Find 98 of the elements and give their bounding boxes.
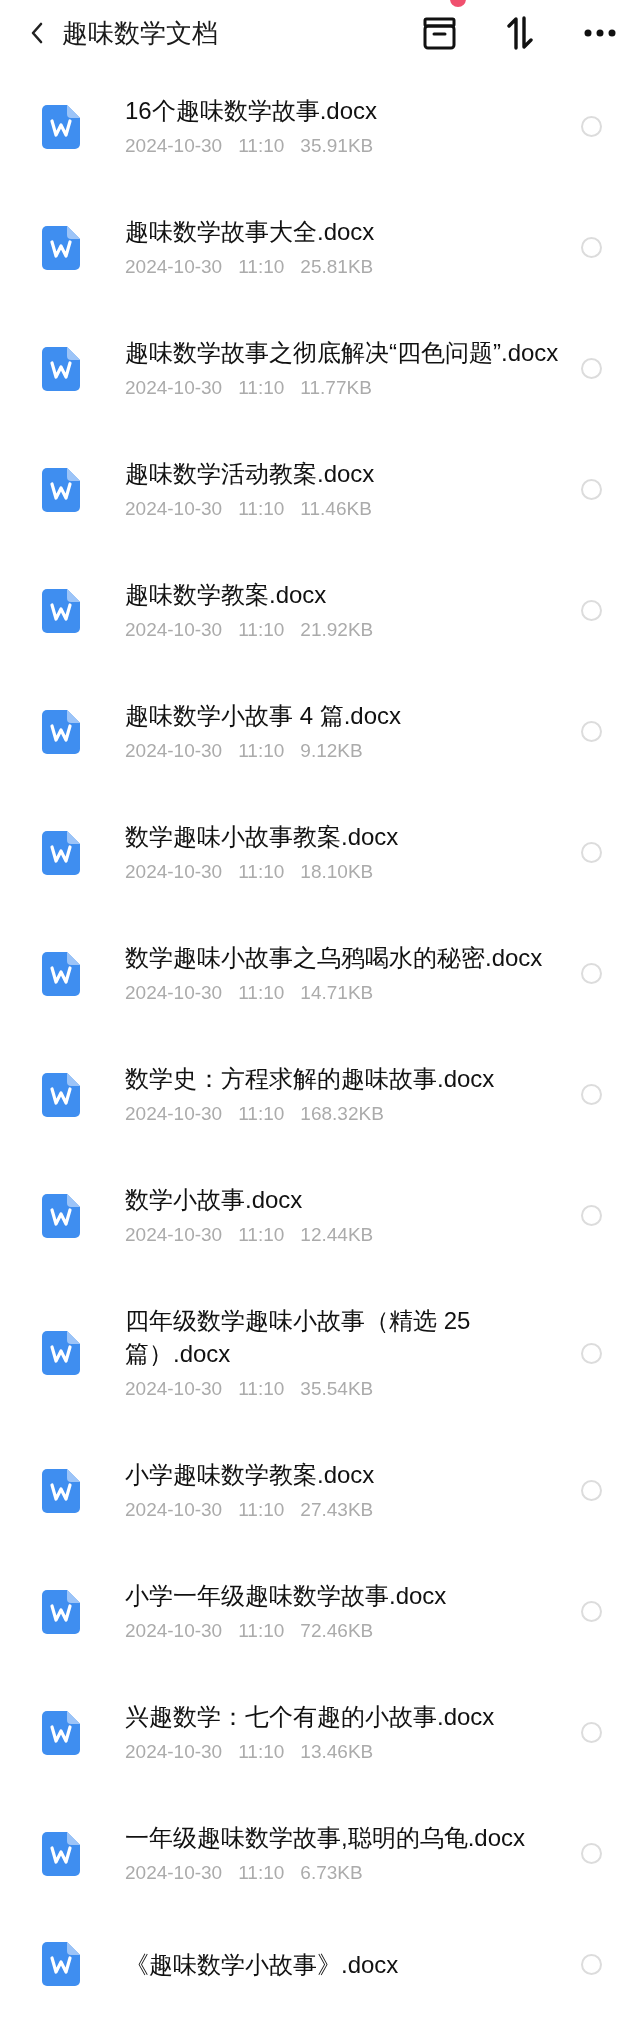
file-time: 11:10 — [238, 1740, 285, 1764]
select-radio[interactable] — [581, 1722, 602, 1743]
word-document-icon — [42, 1072, 80, 1117]
word-document-icon — [42, 1331, 80, 1375]
word-document-icon — [42, 104, 80, 149]
file-size: 72.46KB — [300, 1619, 374, 1643]
file-name[interactable]: 趣味数学教案.docx — [125, 578, 581, 611]
file-date: 2024-10-30 — [125, 1861, 223, 1885]
file-name[interactable]: 兴趣数学：七个有趣的小故事.docx — [125, 1700, 581, 1733]
file-name[interactable]: 数学小故事.docx — [125, 1183, 581, 1216]
select-radio[interactable] — [581, 1342, 602, 1364]
file-name[interactable]: 趣味数学故事之彻底解决“四色问题”.docx — [125, 336, 581, 369]
word-document-icon — [42, 709, 80, 754]
file-size: 14.71KB — [300, 981, 374, 1005]
file-size: 168.32KB — [300, 1102, 384, 1126]
sort-icon[interactable] — [506, 16, 534, 50]
file-time: 11:10 — [238, 1619, 285, 1643]
file-name[interactable]: 趣味数学活动教案.docx — [125, 457, 581, 490]
file-date: 2024-10-30 — [125, 1377, 223, 1401]
select-radio[interactable] — [581, 479, 602, 500]
word-document-icon — [42, 1831, 80, 1876]
file-size: 27.43KB — [300, 1498, 374, 1522]
file-date: 2024-10-30 — [125, 618, 223, 642]
file-time: 11:10 — [238, 134, 285, 158]
file-name[interactable]: 四年级数学趣味小故事（精选 25 篇）.docx — [125, 1304, 581, 1370]
select-radio[interactable] — [581, 1601, 602, 1622]
file-time: 11:10 — [238, 255, 285, 279]
file-time: 11:10 — [238, 1861, 285, 1885]
file-time: 11:10 — [238, 497, 285, 521]
word-document-icon — [42, 1710, 80, 1755]
file-date: 2024-10-30 — [125, 497, 223, 521]
file-name[interactable]: 一年级趣味数学故事,聪明的乌龟.docx — [125, 1821, 581, 1854]
word-document-icon — [42, 346, 80, 391]
back-icon[interactable] — [30, 22, 44, 44]
file-name[interactable]: 小学一年级趣味数学故事.docx — [125, 1579, 581, 1612]
file-date: 2024-10-30 — [125, 860, 223, 884]
word-document-icon — [42, 467, 80, 512]
file-name[interactable]: 趣味数学故事大全.docx — [125, 215, 581, 248]
file-size: 12.44KB — [300, 1223, 374, 1247]
file-date: 2024-10-30 — [125, 981, 223, 1005]
file-time: 11:10 — [238, 1102, 285, 1126]
word-document-icon — [42, 1193, 80, 1238]
file-name[interactable]: 趣味数学小故事 4 篇.docx — [125, 699, 581, 732]
file-name[interactable]: 16个趣味数学故事.docx — [125, 94, 581, 127]
file-time: 11:10 — [238, 981, 285, 1005]
file-time: 11:10 — [238, 1223, 285, 1247]
word-document-icon — [42, 588, 80, 633]
select-radio[interactable] — [581, 358, 602, 379]
file-date: 2024-10-30 — [125, 376, 223, 400]
word-document-icon — [42, 1942, 80, 1986]
file-time: 11:10 — [238, 739, 285, 763]
file-name[interactable]: 数学史：方程求解的趣味故事.docx — [125, 1062, 581, 1095]
file-date: 2024-10-30 — [125, 1102, 223, 1126]
file-size: 25.81KB — [300, 255, 374, 279]
select-radio[interactable] — [581, 237, 602, 258]
file-size: 35.54KB — [300, 1377, 374, 1401]
file-date: 2024-10-30 — [125, 1498, 223, 1522]
more-icon[interactable] — [584, 29, 616, 37]
file-size: 11.46KB — [300, 497, 372, 521]
word-document-icon — [42, 951, 80, 996]
file-name[interactable]: 《趣味数学小故事》.docx — [125, 1947, 581, 1981]
file-name[interactable]: 数学趣味小故事之乌鸦喝水的秘密.docx — [125, 941, 581, 974]
page-title: 趣味数学文档 — [62, 16, 218, 50]
file-time: 11:10 — [238, 1377, 285, 1401]
file-size: 13.46KB — [300, 1740, 374, 1764]
file-time: 11:10 — [238, 376, 285, 400]
file-date: 2024-10-30 — [125, 739, 223, 763]
file-date: 2024-10-30 — [125, 255, 223, 279]
file-name[interactable]: 数学趣味小故事教案.docx — [125, 820, 581, 853]
select-radio[interactable] — [581, 1205, 602, 1226]
file-date: 2024-10-30 — [125, 134, 223, 158]
select-radio[interactable] — [581, 1084, 602, 1105]
word-document-icon — [42, 830, 80, 875]
file-name[interactable]: 小学趣味数学教案.docx — [125, 1458, 581, 1491]
select-radio[interactable] — [581, 963, 602, 984]
word-document-icon — [42, 1468, 80, 1513]
word-document-icon — [42, 225, 80, 270]
select-radio[interactable] — [581, 600, 602, 621]
file-size: 18.10KB — [300, 860, 374, 884]
file-size: 6.73KB — [300, 1861, 363, 1885]
file-time: 11:10 — [238, 860, 285, 884]
file-date: 2024-10-30 — [125, 1740, 223, 1764]
file-size: 9.12KB — [300, 739, 363, 763]
file-size: 11.77KB — [300, 376, 372, 400]
file-time: 11:10 — [238, 1498, 285, 1522]
select-radio[interactable] — [581, 116, 602, 137]
select-radio[interactable] — [581, 1480, 602, 1501]
select-radio[interactable] — [581, 1843, 602, 1864]
file-size: 21.92KB — [300, 618, 374, 642]
file-size: 35.91KB — [300, 134, 374, 158]
select-radio[interactable] — [581, 1953, 602, 1975]
select-radio[interactable] — [581, 721, 602, 742]
archive-icon[interactable] — [423, 16, 456, 50]
file-date: 2024-10-30 — [125, 1619, 223, 1643]
word-document-icon — [42, 1589, 80, 1634]
file-time: 11:10 — [238, 618, 285, 642]
select-radio[interactable] — [581, 842, 602, 863]
file-date: 2024-10-30 — [125, 1223, 223, 1247]
